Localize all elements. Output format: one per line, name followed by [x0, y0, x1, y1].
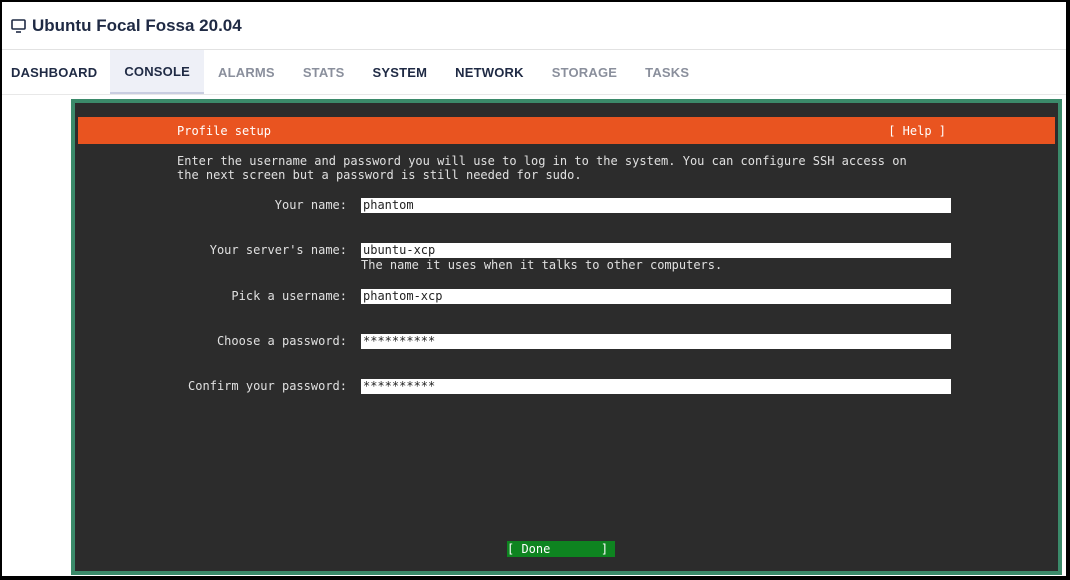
confirm-password-label: Confirm your password: [188, 379, 347, 393]
done-button[interactable]: [ Done ] [507, 541, 615, 557]
page-title: Ubuntu Focal Fossa 20.04 [32, 15, 242, 35]
tab-alarms[interactable]: ALARMS [204, 50, 289, 94]
name-label: Your name: [274, 198, 347, 212]
tab-storage[interactable]: STORAGE [538, 50, 631, 94]
intro-line: Enter the username and password you will… [177, 154, 907, 168]
installer-header: Profile setup [ Help ] [78, 117, 1055, 144]
confirm-password-field[interactable]: ********** [361, 379, 951, 394]
name-field[interactable]: phantom [361, 198, 951, 213]
console-panel: Profile setup [ Help ] Enter the usernam… [71, 99, 1062, 575]
tab-tasks[interactable]: TASKS [631, 50, 703, 94]
form-row-confirm-password: Confirm your password: ********** [78, 379, 1055, 394]
server-name-field[interactable]: ubuntu-xcp [361, 243, 951, 258]
help-button[interactable]: [ Help ] [888, 124, 946, 138]
username-field[interactable]: phantom-xcp [361, 289, 951, 304]
tab-system[interactable]: SYSTEM [359, 50, 442, 94]
installer-title: Profile setup [177, 123, 271, 138]
intro-text: Enter the username and password you will… [177, 154, 967, 182]
monitor-icon [11, 18, 26, 34]
server-name-hint: The name it uses when it talks to other … [361, 258, 723, 272]
console-screen[interactable]: Profile setup [ Help ] Enter the usernam… [75, 103, 1058, 571]
username-label: Pick a username: [231, 289, 347, 303]
password-label: Choose a password: [216, 334, 347, 348]
password-field[interactable]: ********** [361, 334, 951, 349]
form-row-name: Your name: phantom [78, 198, 1055, 213]
tab-network[interactable]: NETWORK [441, 50, 538, 94]
tab-dashboard[interactable]: DASHBOARD [2, 50, 110, 94]
tab-console[interactable]: CONSOLE [110, 50, 204, 94]
server-name-label: Your server's name: [209, 243, 347, 257]
intro-line: the next screen but a password is still … [177, 168, 582, 182]
tab-bar: DASHBOARD CONSOLE ALARMS STATS SYSTEM NE… [2, 50, 1066, 95]
form-row-username: Pick a username: phantom-xcp [78, 289, 1055, 304]
tab-stats[interactable]: STATS [289, 50, 359, 94]
form-row-password: Choose a password: ********** [78, 334, 1055, 349]
form-row-server-name: Your server's name: ubuntu-xcp The name … [78, 243, 1055, 272]
title-bar: Ubuntu Focal Fossa 20.04 [2, 2, 1066, 50]
app-frame: Ubuntu Focal Fossa 20.04 DASHBOARD CONSO… [2, 2, 1066, 576]
